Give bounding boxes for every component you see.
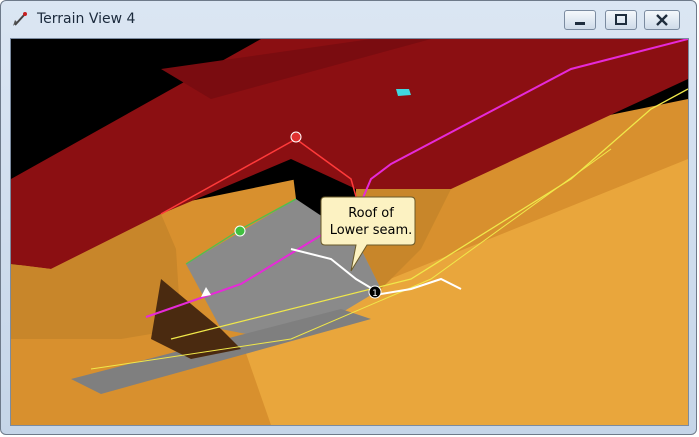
cyan-object xyxy=(396,89,411,96)
maximize-button[interactable] xyxy=(605,10,637,30)
close-button[interactable] xyxy=(644,10,680,30)
callout-label: Roof of Lower seam. xyxy=(324,205,418,239)
minimize-icon xyxy=(575,22,585,25)
marker-1-label: 1 xyxy=(372,289,378,299)
maximize-icon xyxy=(615,14,627,25)
title-bar[interactable]: Terrain View 4 xyxy=(1,1,696,35)
close-icon xyxy=(656,14,668,26)
shovel-icon xyxy=(13,12,27,26)
terrain-3d-viewport[interactable]: 1 Roof of Lower seam. xyxy=(10,38,689,426)
window-title: Terrain View 4 xyxy=(37,11,136,27)
callout-line-1: Roof of xyxy=(348,206,394,221)
marker-red xyxy=(290,131,302,143)
terrain-void-left xyxy=(11,39,131,99)
terrain-view-window: Terrain View 4 1 Roof of Lower seam. xyxy=(0,0,697,435)
callout-line-2: Lower seam. xyxy=(329,223,413,238)
minimize-button[interactable] xyxy=(564,10,596,30)
marker-green xyxy=(234,225,246,237)
